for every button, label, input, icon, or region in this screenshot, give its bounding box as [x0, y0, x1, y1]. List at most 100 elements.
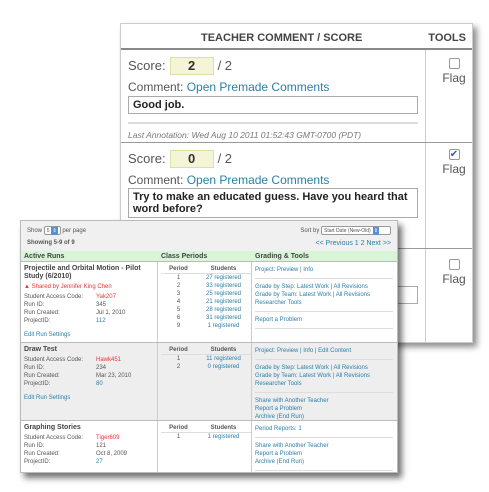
tool-link[interactable]: Researcher Tools	[255, 299, 393, 307]
run-id: 345	[96, 302, 107, 308]
registered-link[interactable]: 25 registered	[196, 290, 251, 298]
flag-toggle[interactable]: Flag	[439, 259, 469, 286]
show-label: Show	[27, 228, 43, 235]
registered-link[interactable]: 21 registered	[196, 298, 251, 306]
run-created-label: Run Created:	[24, 451, 60, 457]
grading-tools: Project: Preview | Info Grade by Step: La…	[255, 264, 393, 331]
tool-link[interactable]: Share with Another Teacher	[255, 397, 393, 405]
flag-toggle[interactable]: Flag	[439, 58, 469, 85]
period-row: 9 1 registered	[161, 322, 251, 330]
runs-panel: Show 5 ⇕ per page Showing 5-9 of 9 Sort b…	[20, 220, 398, 473]
tool-link[interactable]: Report a Problem	[255, 450, 393, 458]
tool-link[interactable]: Report a Problem	[255, 316, 393, 324]
column-divider	[251, 262, 252, 342]
tool-link[interactable]: Project: Preview | Info	[255, 266, 393, 274]
tool-link[interactable]: Project: Preview | Info | Edit Content	[255, 347, 393, 355]
tool-link[interactable]: Grade by Step: Latest Work | All Revisio…	[255, 364, 393, 372]
project-id-label: ProjectID:	[24, 381, 51, 387]
period-number: 9	[176, 323, 181, 329]
score-max: / 2	[217, 58, 233, 73]
open-premade-comments-link[interactable]: Open Premade Comments	[187, 173, 330, 187]
period-header: Period	[169, 425, 188, 431]
per-page-label: per page	[62, 228, 87, 235]
tool-link[interactable]: Researcher Tools	[255, 380, 393, 388]
access-code: Hawk451	[96, 357, 122, 363]
edit-run-settings-link[interactable]: Edit Run Settings	[24, 331, 70, 339]
registered-link[interactable]: 1 registered	[196, 322, 251, 330]
tool-link[interactable]: Grade by Step: Latest Work | All Revisio…	[255, 283, 393, 291]
periods-table: Period Students 1 27 registered 2 33 register…	[161, 265, 251, 330]
tool-link[interactable]: Archive (End Run)	[255, 458, 393, 466]
column-divider	[157, 421, 158, 472]
access-code: Tiger609	[96, 435, 120, 441]
run-id: 121	[96, 443, 107, 449]
registered-link[interactable]: 28 registered	[196, 306, 251, 314]
period-row: 6 31 registered	[161, 314, 251, 322]
students-header: Students	[210, 425, 237, 431]
period-row: 2 33 registered	[161, 282, 251, 290]
project-id[interactable]: 27	[96, 458, 103, 466]
registered-link[interactable]: 11 registered	[196, 355, 251, 363]
flag-label: Flag	[442, 71, 466, 85]
grading-header: TEACHER COMMENT / SCORE TOOLS	[121, 24, 472, 50]
flag-checkbox[interactable]	[448, 259, 460, 270]
run-created: Oct 8, 2009	[96, 451, 128, 457]
col-active-runs: Active Runs	[24, 253, 65, 260]
open-premade-comments-link[interactable]: Open Premade Comments	[187, 80, 330, 94]
flag-label: Flag	[442, 272, 466, 286]
registered-link[interactable]: 0 registered	[196, 363, 251, 371]
periods-table: Period Students 1 11 registered 2 0 registere…	[161, 346, 251, 371]
runs-table-header: Active Runs Class Periods Grading & Tool…	[21, 251, 397, 262]
sort-select[interactable]: Start Date (New-Old) ⇕	[321, 226, 391, 235]
access-code-label: Student Access Code:	[24, 357, 84, 363]
flag-checkbox-checked[interactable]: ✔	[448, 149, 460, 160]
tool-link[interactable]: Grade by Team: Latest Work | All Revisio…	[255, 291, 393, 299]
run-row: Graphing Stories Student Access Code: Tige…	[21, 421, 397, 472]
flag-label: Flag	[442, 162, 466, 176]
tool-link[interactable]: Report a Problem	[255, 405, 393, 413]
last-annotation: Last Annotation: Wed Aug 10 2011 01:52:4…	[128, 122, 418, 140]
run-id-label: Run ID:	[24, 302, 45, 308]
comment-label: Comment:	[128, 173, 184, 187]
grading-tools: Period Reports: 1 Share with Another Teac…	[255, 423, 393, 472]
period-number: 4	[176, 299, 181, 305]
comment-label: Comment:	[128, 80, 184, 94]
score-label: Score:	[128, 58, 166, 73]
run-id-label: Run ID:	[24, 443, 45, 449]
registered-link[interactable]: 33 registered	[196, 282, 251, 290]
project-id[interactable]: 80	[96, 380, 103, 388]
students-header: Students	[210, 347, 237, 353]
score-label: Score:	[128, 151, 166, 166]
project-id-label: ProjectID:	[24, 459, 51, 465]
run-title: Draw Test	[24, 346, 57, 353]
comment-score-header: TEACHER COMMENT / SCORE	[201, 32, 363, 44]
per-page-select[interactable]: 5 ⇕	[43, 226, 61, 235]
registered-link[interactable]: 31 registered	[196, 314, 251, 322]
tool-link[interactable]: Grade by Team: Latest Work | All Revisio…	[255, 372, 393, 380]
tool-link[interactable]: Archive (End Run)	[255, 413, 393, 421]
period-number: 2	[176, 283, 181, 289]
run-row: Draw Test Student Access Code: Hawk451 Run …	[21, 343, 397, 426]
tool-link[interactable]: Period Reports: 1	[255, 425, 393, 433]
pagination[interactable]: << Previous 1 2 Next >>	[316, 240, 392, 247]
comment-textarea[interactable]: Try to make an educated guess. Have you …	[128, 188, 418, 218]
score-line: Score: 2/ 2	[128, 57, 232, 75]
shared-by: ▲ Shared by Jennifer King Chen	[24, 284, 112, 290]
run-created: Mar 23, 2010	[96, 373, 132, 379]
flag-checkbox[interactable]	[448, 58, 460, 69]
period-number: 3	[176, 291, 181, 297]
project-id[interactable]: 112	[96, 317, 106, 325]
comment-textarea[interactable]: Good job.	[128, 96, 418, 114]
tool-link[interactable]: Share with Another Teacher	[255, 442, 393, 450]
run-title: Projectile and Orbital Motion - Pilot St…	[24, 265, 141, 280]
score-input[interactable]: 2	[169, 57, 214, 75]
run-id-label: Run ID:	[24, 365, 45, 371]
registered-link[interactable]: 27 registered	[196, 274, 251, 282]
period-number: 5	[176, 307, 181, 313]
edit-run-settings-link[interactable]: Edit Run Settings	[24, 394, 70, 402]
score-input[interactable]: 0	[169, 150, 214, 168]
column-divider	[157, 343, 158, 420]
registered-link[interactable]: 1 registered	[196, 433, 251, 441]
flag-toggle[interactable]: ✔ Flag	[439, 149, 469, 176]
column-divider	[251, 343, 252, 420]
